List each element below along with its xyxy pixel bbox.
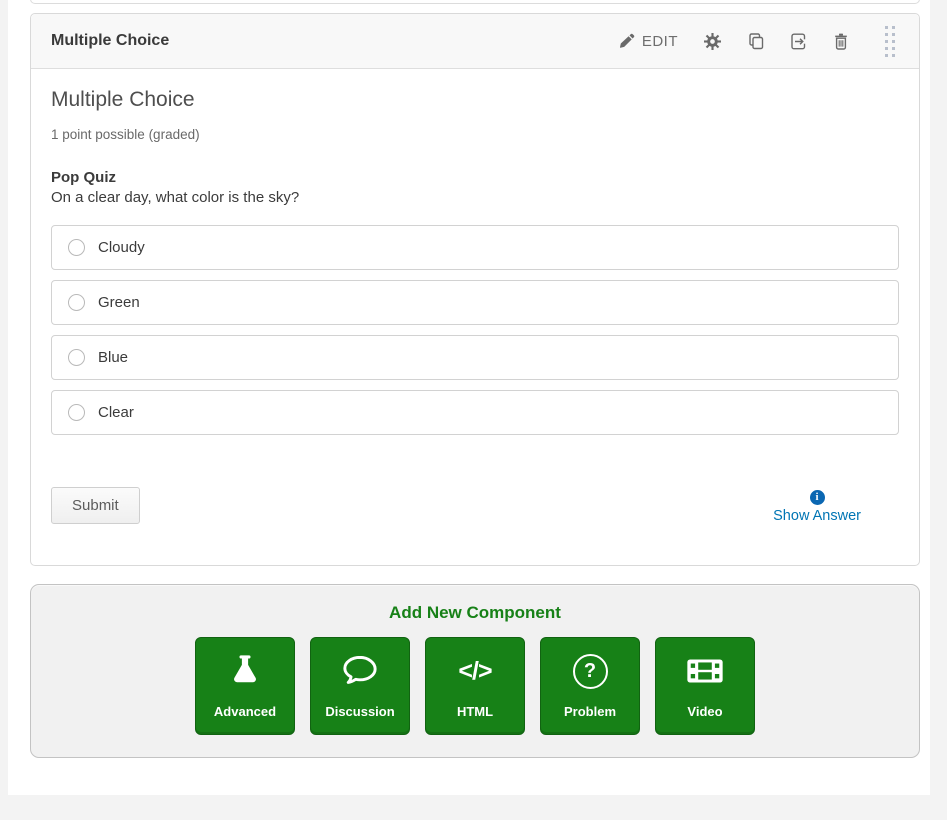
gear-icon <box>704 33 721 50</box>
add-new-component-panel: Add New Component Advanced Discussion <box>30 584 920 758</box>
question-text: On a clear day, what color is the sky? <box>51 189 899 206</box>
choice-label: Green <box>98 294 140 311</box>
points-possible-text: 1 point possible (graded) <box>51 127 899 142</box>
choice-option-cloudy[interactable]: Cloudy <box>51 225 899 270</box>
unit-content-area: Multiple Choice EDIT <box>8 0 930 795</box>
duplicate-button[interactable] <box>747 33 764 50</box>
problem-preview: Multiple Choice 1 point possible (graded… <box>31 69 919 565</box>
show-answer-link[interactable]: Show Answer <box>773 508 861 524</box>
add-button-label: Advanced <box>214 704 276 719</box>
add-button-label: HTML <box>457 704 493 719</box>
add-button-label: Video <box>687 704 722 719</box>
add-discussion-button[interactable]: Discussion <box>310 637 410 735</box>
component-card: Multiple Choice EDIT <box>30 13 920 566</box>
move-icon <box>790 33 807 50</box>
code-icon: </> <box>458 638 491 704</box>
drag-handle-icon[interactable] <box>875 20 909 63</box>
move-button[interactable] <box>790 33 807 50</box>
component-card-header: Multiple Choice EDIT <box>31 14 919 69</box>
add-button-label: Discussion <box>325 704 394 719</box>
delete-button[interactable] <box>833 33 849 50</box>
radio-button[interactable] <box>68 294 85 311</box>
show-answer-block: i Show Answer <box>773 487 861 524</box>
settings-button[interactable] <box>704 33 721 50</box>
add-video-button[interactable]: Video <box>655 637 755 735</box>
speech-bubble-icon <box>341 638 379 704</box>
previous-component-card-edge <box>30 0 920 4</box>
problem-actions-row: Submit i Show Answer <box>51 487 899 524</box>
problem-title: Multiple Choice <box>51 88 899 112</box>
add-advanced-button[interactable]: Advanced <box>195 637 295 735</box>
duplicate-icon <box>747 33 764 50</box>
choice-option-green[interactable]: Green <box>51 280 899 325</box>
submit-button[interactable]: Submit <box>51 487 140 524</box>
pencil-icon <box>619 33 635 49</box>
edit-button[interactable]: EDIT <box>619 33 678 50</box>
component-actions: EDIT <box>619 20 909 63</box>
question-title: Pop Quiz <box>51 169 899 186</box>
trash-icon <box>833 33 849 50</box>
add-html-button[interactable]: </> HTML <box>425 637 525 735</box>
choice-option-clear[interactable]: Clear <box>51 390 899 435</box>
film-strip-icon <box>686 638 724 704</box>
add-problem-button[interactable]: ? Problem <box>540 637 640 735</box>
add-new-component-title: Add New Component <box>31 585 919 623</box>
component-title: Multiple Choice <box>51 32 169 50</box>
question-mark-icon: ? <box>573 638 608 704</box>
choice-label: Blue <box>98 349 128 366</box>
radio-button[interactable] <box>68 404 85 421</box>
radio-button[interactable] <box>68 349 85 366</box>
flask-icon <box>228 638 262 704</box>
add-component-buttons: Advanced Discussion </> HTML ? <box>31 637 919 735</box>
choice-option-blue[interactable]: Blue <box>51 335 899 380</box>
info-icon[interactable]: i <box>810 490 825 505</box>
choice-label: Cloudy <box>98 239 145 256</box>
add-button-label: Problem <box>564 704 616 719</box>
edit-button-label: EDIT <box>642 33 678 50</box>
radio-button[interactable] <box>68 239 85 256</box>
choice-label: Clear <box>98 404 134 421</box>
